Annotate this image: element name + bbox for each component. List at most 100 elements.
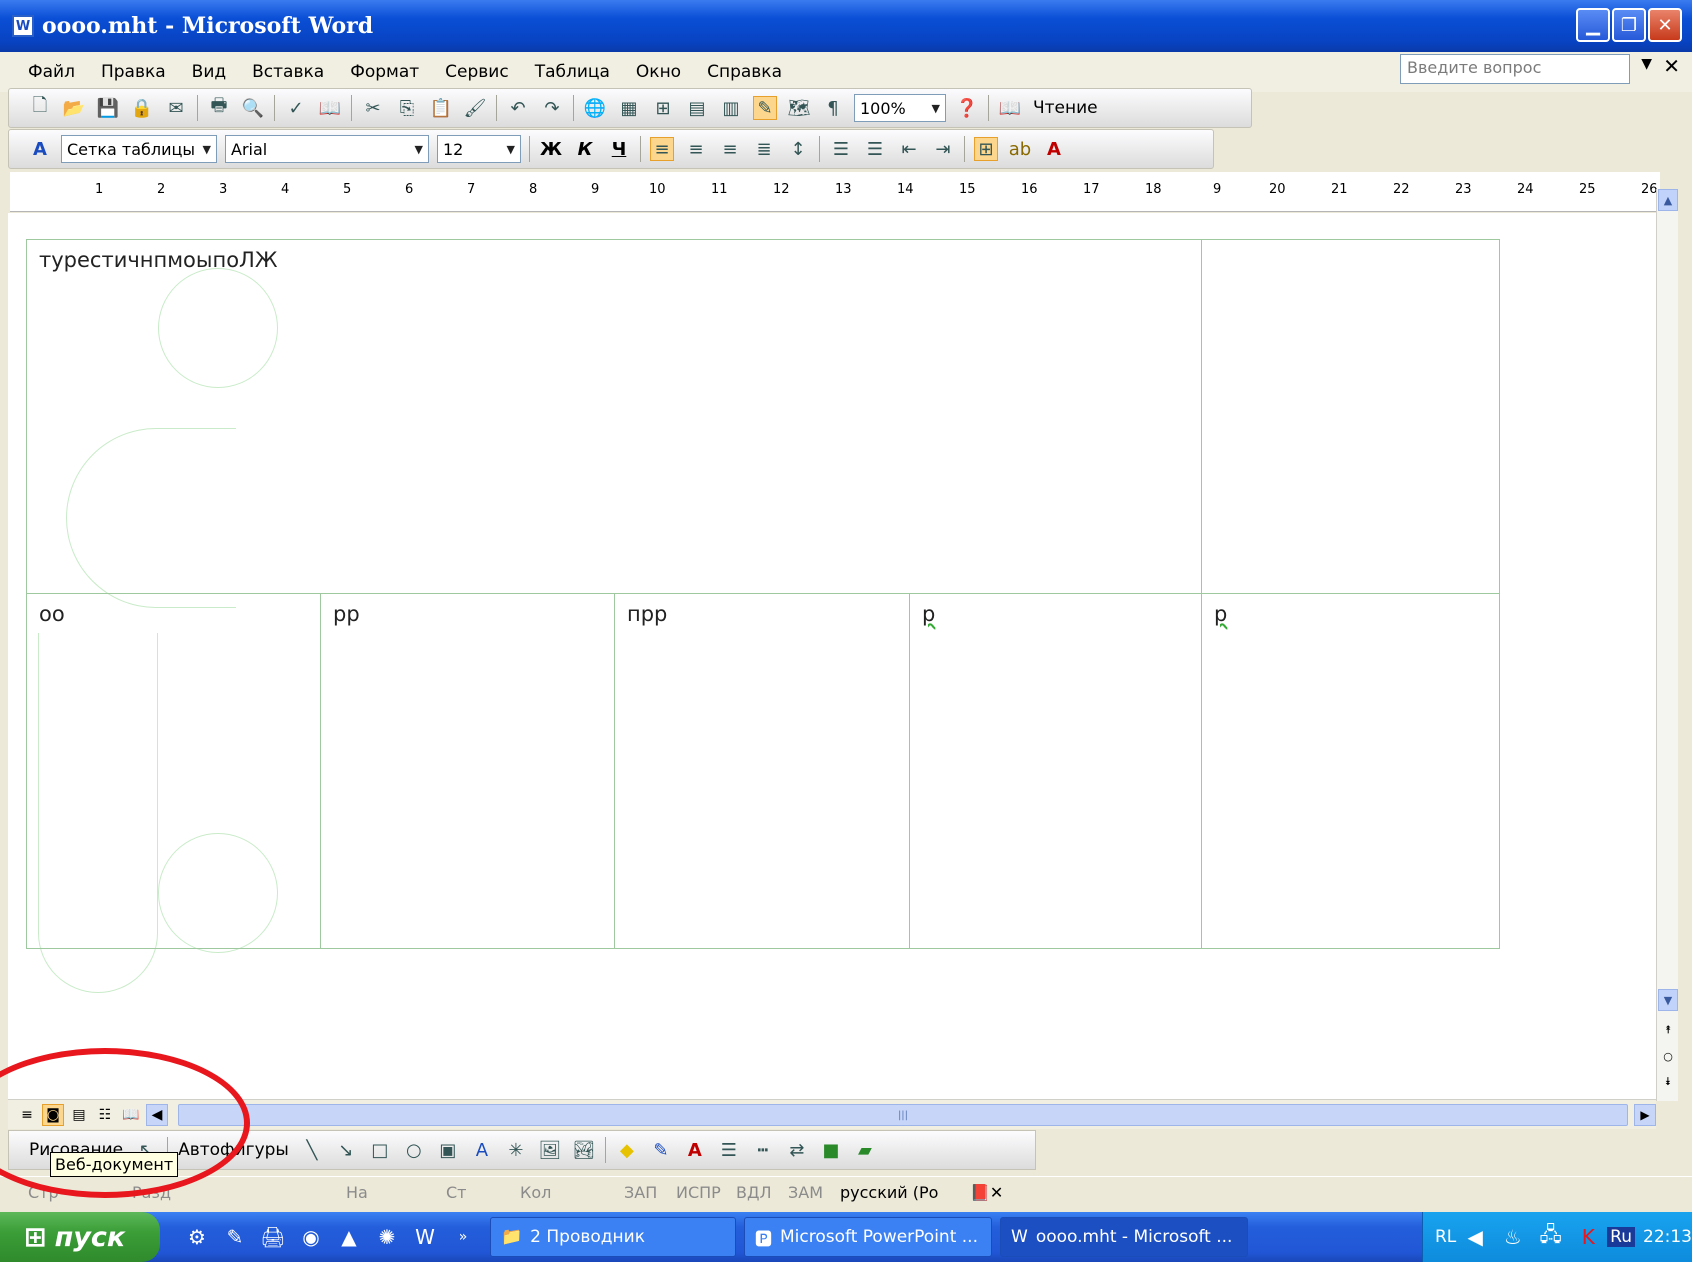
quicklaunch-icon[interactable]: ◉ (298, 1224, 324, 1250)
vertical-scrollbar[interactable]: ▲ ▼ ⯭ ○ ⯯ (1656, 189, 1678, 1101)
spelling-icon[interactable]: ✓ (284, 96, 308, 120)
bullets-icon[interactable]: ☰ (863, 137, 887, 161)
new-document-icon[interactable]: 🗋 (28, 95, 52, 120)
fill-color-icon[interactable]: ◆ (615, 1138, 639, 1162)
task-explorer[interactable]: 📁 2 Проводник (490, 1217, 736, 1257)
ask-question-input[interactable]: Введите вопрос (1400, 54, 1630, 84)
table-cell[interactable]: оо (27, 594, 321, 949)
table-cell[interactable]: рр (321, 594, 615, 949)
columns-icon[interactable]: ▥ (719, 96, 743, 120)
menu-format[interactable]: Формат (350, 62, 419, 82)
menu-table[interactable]: Таблица (535, 62, 610, 82)
line-spacing-icon[interactable]: ↕ (786, 137, 810, 161)
quicklaunch-icon[interactable]: 🖨 (260, 1224, 286, 1250)
menu-insert[interactable]: Вставка (252, 62, 324, 82)
chevron-right-icon[interactable]: » (450, 1224, 476, 1250)
keyboard-layout-indicator[interactable]: Ru (1607, 1227, 1635, 1247)
word-app-icon[interactable]: W (12, 15, 34, 37)
save-icon[interactable]: 💾 (96, 96, 120, 120)
menu-file[interactable]: Файл (28, 62, 75, 82)
align-left-icon[interactable]: ≡ (650, 137, 674, 161)
shadow-icon[interactable]: ■ (819, 1138, 843, 1162)
quicklaunch-icon[interactable]: ⚙ (184, 1224, 210, 1250)
dash-style-icon[interactable]: ┅ (751, 1138, 775, 1162)
status-track[interactable]: ИСПР (676, 1183, 721, 1202)
font-color-icon[interactable]: A (683, 1138, 707, 1162)
paste-icon[interactable]: 📋 (429, 96, 453, 120)
line-icon[interactable]: ╲ (300, 1138, 324, 1162)
previous-page-icon[interactable]: ⯭ (1658, 1019, 1678, 1041)
task-word[interactable]: Woooo.mht - Microsoft ... (1000, 1217, 1248, 1257)
undo-icon[interactable]: ↶ (506, 96, 530, 120)
title-bar[interactable]: W oooo.mht - Microsoft Word ▁ ❐ ✕ (0, 0, 1692, 52)
text-box-icon[interactable]: ▣ (436, 1138, 460, 1162)
redo-icon[interactable]: ↷ (540, 96, 564, 120)
align-center-icon[interactable]: ≡ (684, 137, 708, 161)
insert-excel-icon[interactable]: ▤ (685, 96, 709, 120)
horizontal-ruler[interactable]: 1 2 3 4 5 6 7 8 9 10 11 12 13 14 15 16 1… (10, 172, 1660, 212)
antivirus-icon[interactable]: K (1575, 1224, 1601, 1250)
research-icon[interactable]: 📖 (318, 96, 342, 120)
menu-help[interactable]: Справка (707, 62, 782, 82)
open-icon[interactable]: 📂 (62, 96, 86, 120)
quicklaunch-icon[interactable]: ▲ (336, 1224, 362, 1250)
menu-tools[interactable]: Сервис (445, 62, 509, 82)
email-icon[interactable]: ✉ (164, 96, 188, 120)
align-right-icon[interactable]: ≡ (718, 137, 742, 161)
wordart-icon[interactable]: A (470, 1138, 494, 1162)
next-page-icon[interactable]: ⯯ (1658, 1071, 1678, 1093)
tables-borders-icon[interactable]: ▦ (617, 96, 641, 120)
underline-button[interactable]: Ч (607, 137, 631, 161)
table-cell[interactable]: р (910, 594, 1202, 949)
status-ext[interactable]: ВДЛ (736, 1183, 772, 1202)
network-icon[interactable]: 🖧 (1538, 1222, 1564, 1250)
scroll-thumb[interactable]: ||| (178, 1104, 1628, 1126)
styles-formatting-icon[interactable]: A (28, 137, 52, 161)
increase-indent-icon[interactable]: ⇥ (931, 137, 955, 161)
quicklaunch-icon[interactable]: ✺ (374, 1224, 400, 1250)
line-color-icon[interactable]: ✎ (649, 1138, 673, 1162)
arrow-icon[interactable]: ↘ (334, 1138, 358, 1162)
browse-object-icon[interactable]: ○ (1658, 1045, 1678, 1067)
print-icon[interactable]: 🖶 (207, 95, 231, 120)
menu-edit[interactable]: Правка (101, 62, 166, 82)
scroll-up-icon[interactable]: ▲ (1658, 189, 1678, 211)
justify-icon[interactable]: ≣ (752, 137, 776, 161)
close-button[interactable]: ✕ (1648, 8, 1682, 42)
tray-arrow-icon[interactable]: ◀ (1462, 1224, 1488, 1250)
print-preview-icon[interactable]: 🔍 (241, 96, 265, 120)
permission-icon[interactable]: 🔒 (130, 96, 154, 120)
reading-button[interactable]: Чтение (1033, 98, 1098, 118)
tray-icon[interactable]: ♨ (1500, 1224, 1526, 1250)
horizontal-scrollbar[interactable]: ≡ ◙ ▤ ☷ 📖 ◀ ||| ▶ (8, 1099, 1656, 1129)
status-language[interactable]: русский (Ро (840, 1183, 938, 1202)
diagram-icon[interactable]: ✳ (504, 1138, 528, 1162)
restore-button[interactable]: ❐ (1612, 8, 1646, 42)
rectangle-icon[interactable]: □ (368, 1138, 392, 1162)
arrow-style-icon[interactable]: ⇄ (785, 1138, 809, 1162)
document-map-icon[interactable]: 🗺 (787, 96, 811, 120)
table-cell[interactable]: прр (615, 594, 910, 949)
oval-icon[interactable]: ○ (402, 1138, 426, 1162)
word-quicklaunch-icon[interactable]: W (412, 1224, 438, 1250)
table-cell[interactable] (1202, 240, 1500, 594)
3d-style-icon[interactable]: ▰ (853, 1138, 877, 1162)
copy-icon[interactable]: ⎘ (395, 96, 419, 120)
start-button[interactable]: ⊞ пуск (0, 1212, 160, 1262)
font-size-select[interactable]: 12 ▼ (437, 135, 521, 163)
task-powerpoint[interactable]: 🅿 Microsoft PowerPoint ... (744, 1217, 992, 1257)
menu-window[interactable]: Окно (636, 62, 681, 82)
language-indicator[interactable]: RL (1435, 1227, 1456, 1247)
hyperlink-icon[interactable]: 🌐 (583, 96, 607, 120)
close-document-icon[interactable]: ✕ (1663, 54, 1680, 78)
picture-icon[interactable]: 🏞 (572, 1138, 596, 1162)
bold-button[interactable]: Ж (539, 137, 563, 161)
highlight-icon[interactable]: ab (1008, 137, 1032, 161)
insert-table-icon[interactable]: ⊞ (651, 96, 675, 120)
line-style-icon[interactable]: ☰ (717, 1138, 741, 1162)
scroll-right-icon[interactable]: ▶ (1634, 1104, 1656, 1126)
font-select[interactable]: Arial ▼ (225, 135, 429, 163)
status-rec[interactable]: ЗАП (624, 1183, 657, 1202)
document-table[interactable]: турестичнпмоыпоЛЖ оо рр прр р р (26, 239, 1500, 949)
decrease-indent-icon[interactable]: ⇤ (897, 137, 921, 161)
